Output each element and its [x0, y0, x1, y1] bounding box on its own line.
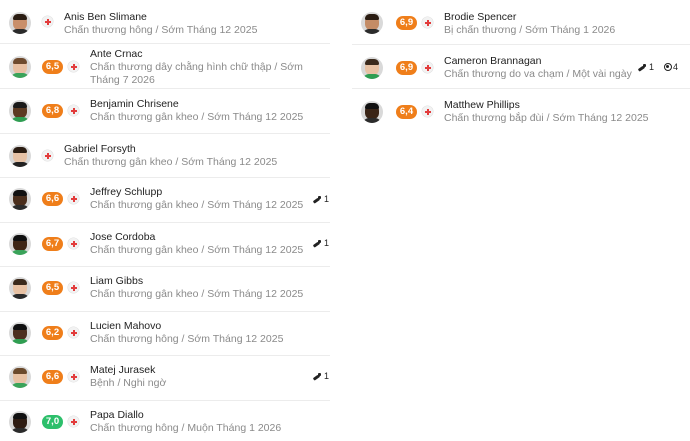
rating-badge: 6,6	[42, 192, 63, 206]
assist-boot-icon	[638, 63, 648, 71]
player-name: Gabriel Forsyth	[64, 143, 136, 155]
player-row[interactable]: 6,2 Lucien Mahovo Chấn thương hông / Sớm…	[0, 312, 330, 356]
player-name: Ante Crnac	[90, 48, 143, 60]
player-row[interactable]: 6,6 Matej Jurasek Bệnh / Nghi ngờ 1	[0, 356, 330, 401]
player-row[interactable]: Gabriel Forsyth Chấn thương gân kheo / S…	[0, 134, 330, 178]
player-name: Liam Gibbs	[90, 275, 144, 287]
player-row[interactable]: 6,6 Jeffrey Schlupp Chấn thương gân kheo…	[0, 178, 330, 223]
player-name: Jose Cordoba	[90, 231, 156, 243]
injured-players-list-left: Anis Ben Slimane Chấn thương hông / Sớm …	[0, 0, 330, 441]
injury-description: Chấn thương bắp đùi / Sớm Tháng 12 2025	[444, 112, 649, 124]
assist-stat: 1	[313, 194, 329, 204]
goal-ball-icon	[664, 63, 672, 71]
rating-badge: 6,9	[396, 16, 417, 30]
player-avatar	[361, 12, 383, 34]
player-row[interactable]: Anis Ben Slimane Chấn thương hông / Sớm …	[0, 0, 330, 44]
rating-badge: 6,6	[42, 370, 63, 384]
injury-description: Chấn thương hông / Sớm Tháng 12 2025	[64, 24, 258, 36]
goal-stat: 4	[664, 62, 678, 72]
rating-badge: 6,5	[42, 60, 63, 74]
player-avatar	[9, 322, 31, 344]
medical-cross-icon	[68, 327, 79, 338]
player-avatar	[9, 411, 31, 433]
player-avatar	[361, 57, 383, 79]
player-row[interactable]: 6,5 Ante Crnac Chấn thương dây chằng hìn…	[0, 44, 330, 89]
medical-cross-icon	[68, 105, 79, 116]
medical-cross-icon	[68, 193, 79, 204]
assist-boot-icon	[313, 372, 323, 380]
player-avatar	[9, 56, 31, 78]
medical-cross-icon	[422, 62, 433, 73]
medical-cross-icon	[422, 106, 433, 117]
player-avatar	[9, 12, 31, 34]
medical-cross-icon	[42, 16, 53, 27]
player-avatar	[9, 277, 31, 299]
player-name: Benjamin Chrisene	[90, 98, 179, 110]
player-avatar	[9, 100, 31, 122]
assist-boot-icon	[313, 239, 323, 247]
player-name: Matej Jurasek	[90, 364, 156, 376]
player-avatar	[9, 188, 31, 210]
medical-cross-icon	[422, 17, 433, 28]
injury-description: Bị chấn thương / Sớm Tháng 1 2026	[444, 24, 616, 36]
assist-stat: 1	[313, 238, 329, 248]
injury-description: Chấn thương dây chằng hình chữ thập / Sớ…	[90, 61, 303, 86]
player-name: Matthew Phillips	[444, 99, 520, 111]
player-row[interactable]: 6,8 Benjamin Chrisene Chấn thương gân kh…	[0, 89, 330, 134]
player-row[interactable]: 7,0 Papa Diallo Chấn thương hông / Muộn …	[0, 401, 330, 441]
player-name: Jeffrey Schlupp	[90, 186, 163, 198]
player-row[interactable]: 6,9 Brodie Spencer Bị chấn thương / Sớm …	[352, 0, 690, 45]
player-name: Cameron Brannagan	[444, 55, 542, 67]
player-name: Lucien Mahovo	[90, 320, 162, 332]
rating-badge: 6,4	[396, 105, 417, 119]
player-avatar	[9, 366, 31, 388]
assist-boot-icon	[313, 195, 323, 203]
injury-description: Chấn thương hông / Sớm Tháng 12 2025	[90, 333, 284, 345]
medical-cross-icon	[68, 238, 79, 249]
medical-cross-icon	[42, 150, 53, 161]
player-row[interactable]: 6,9 Cameron Brannagan Chấn thương do va …	[352, 45, 690, 89]
rating-badge: 6,2	[42, 326, 63, 340]
player-row[interactable]: 6,7 Jose Cordoba Chấn thương gân kheo / …	[0, 223, 330, 267]
player-avatar	[9, 145, 31, 167]
assist-stat: 1	[313, 371, 329, 381]
player-row[interactable]: 6,4 Matthew Phillips Chấn thương bắp đùi…	[352, 89, 690, 133]
medical-cross-icon	[68, 416, 79, 427]
injured-players-list-right: 6,9 Brodie Spencer Bị chấn thương / Sớm …	[352, 0, 690, 133]
rating-badge: 6,8	[42, 104, 63, 118]
rating-badge: 6,9	[396, 61, 417, 75]
player-name: Papa Diallo	[90, 409, 144, 421]
player-avatar	[361, 101, 383, 123]
player-row[interactable]: 6,5 Liam Gibbs Chấn thương gân kheo / Sớ…	[0, 267, 330, 312]
injury-description: Chấn thương gân kheo / Sớm Tháng 12 2025	[64, 156, 278, 168]
injury-description: Chấn thương gân kheo / Sớm Tháng 12 2025	[90, 199, 304, 211]
injury-description: Chấn thương gân kheo / Sớm Tháng 12 2025	[90, 288, 304, 300]
assist-stat: 1	[638, 62, 654, 72]
injury-description: Chấn thương gân kheo / Sớm Tháng 12 2025	[90, 244, 304, 256]
rating-badge: 6,7	[42, 237, 63, 251]
medical-cross-icon	[68, 371, 79, 382]
medical-cross-icon	[68, 61, 79, 72]
injury-description: Bệnh / Nghi ngờ	[90, 377, 167, 389]
rating-badge: 6,5	[42, 281, 63, 295]
player-name: Anis Ben Slimane	[64, 11, 147, 23]
medical-cross-icon	[68, 282, 79, 293]
player-name: Brodie Spencer	[444, 11, 517, 23]
injury-description: Chấn thương hông / Muộn Tháng 1 2026	[90, 422, 282, 434]
player-avatar	[9, 233, 31, 255]
injury-description: Chấn thương gân kheo / Sớm Tháng 12 2025	[90, 111, 304, 123]
rating-badge: 7,0	[42, 415, 63, 429]
injury-description: Chấn thương do va chạm / Một vài ngày	[444, 68, 632, 80]
